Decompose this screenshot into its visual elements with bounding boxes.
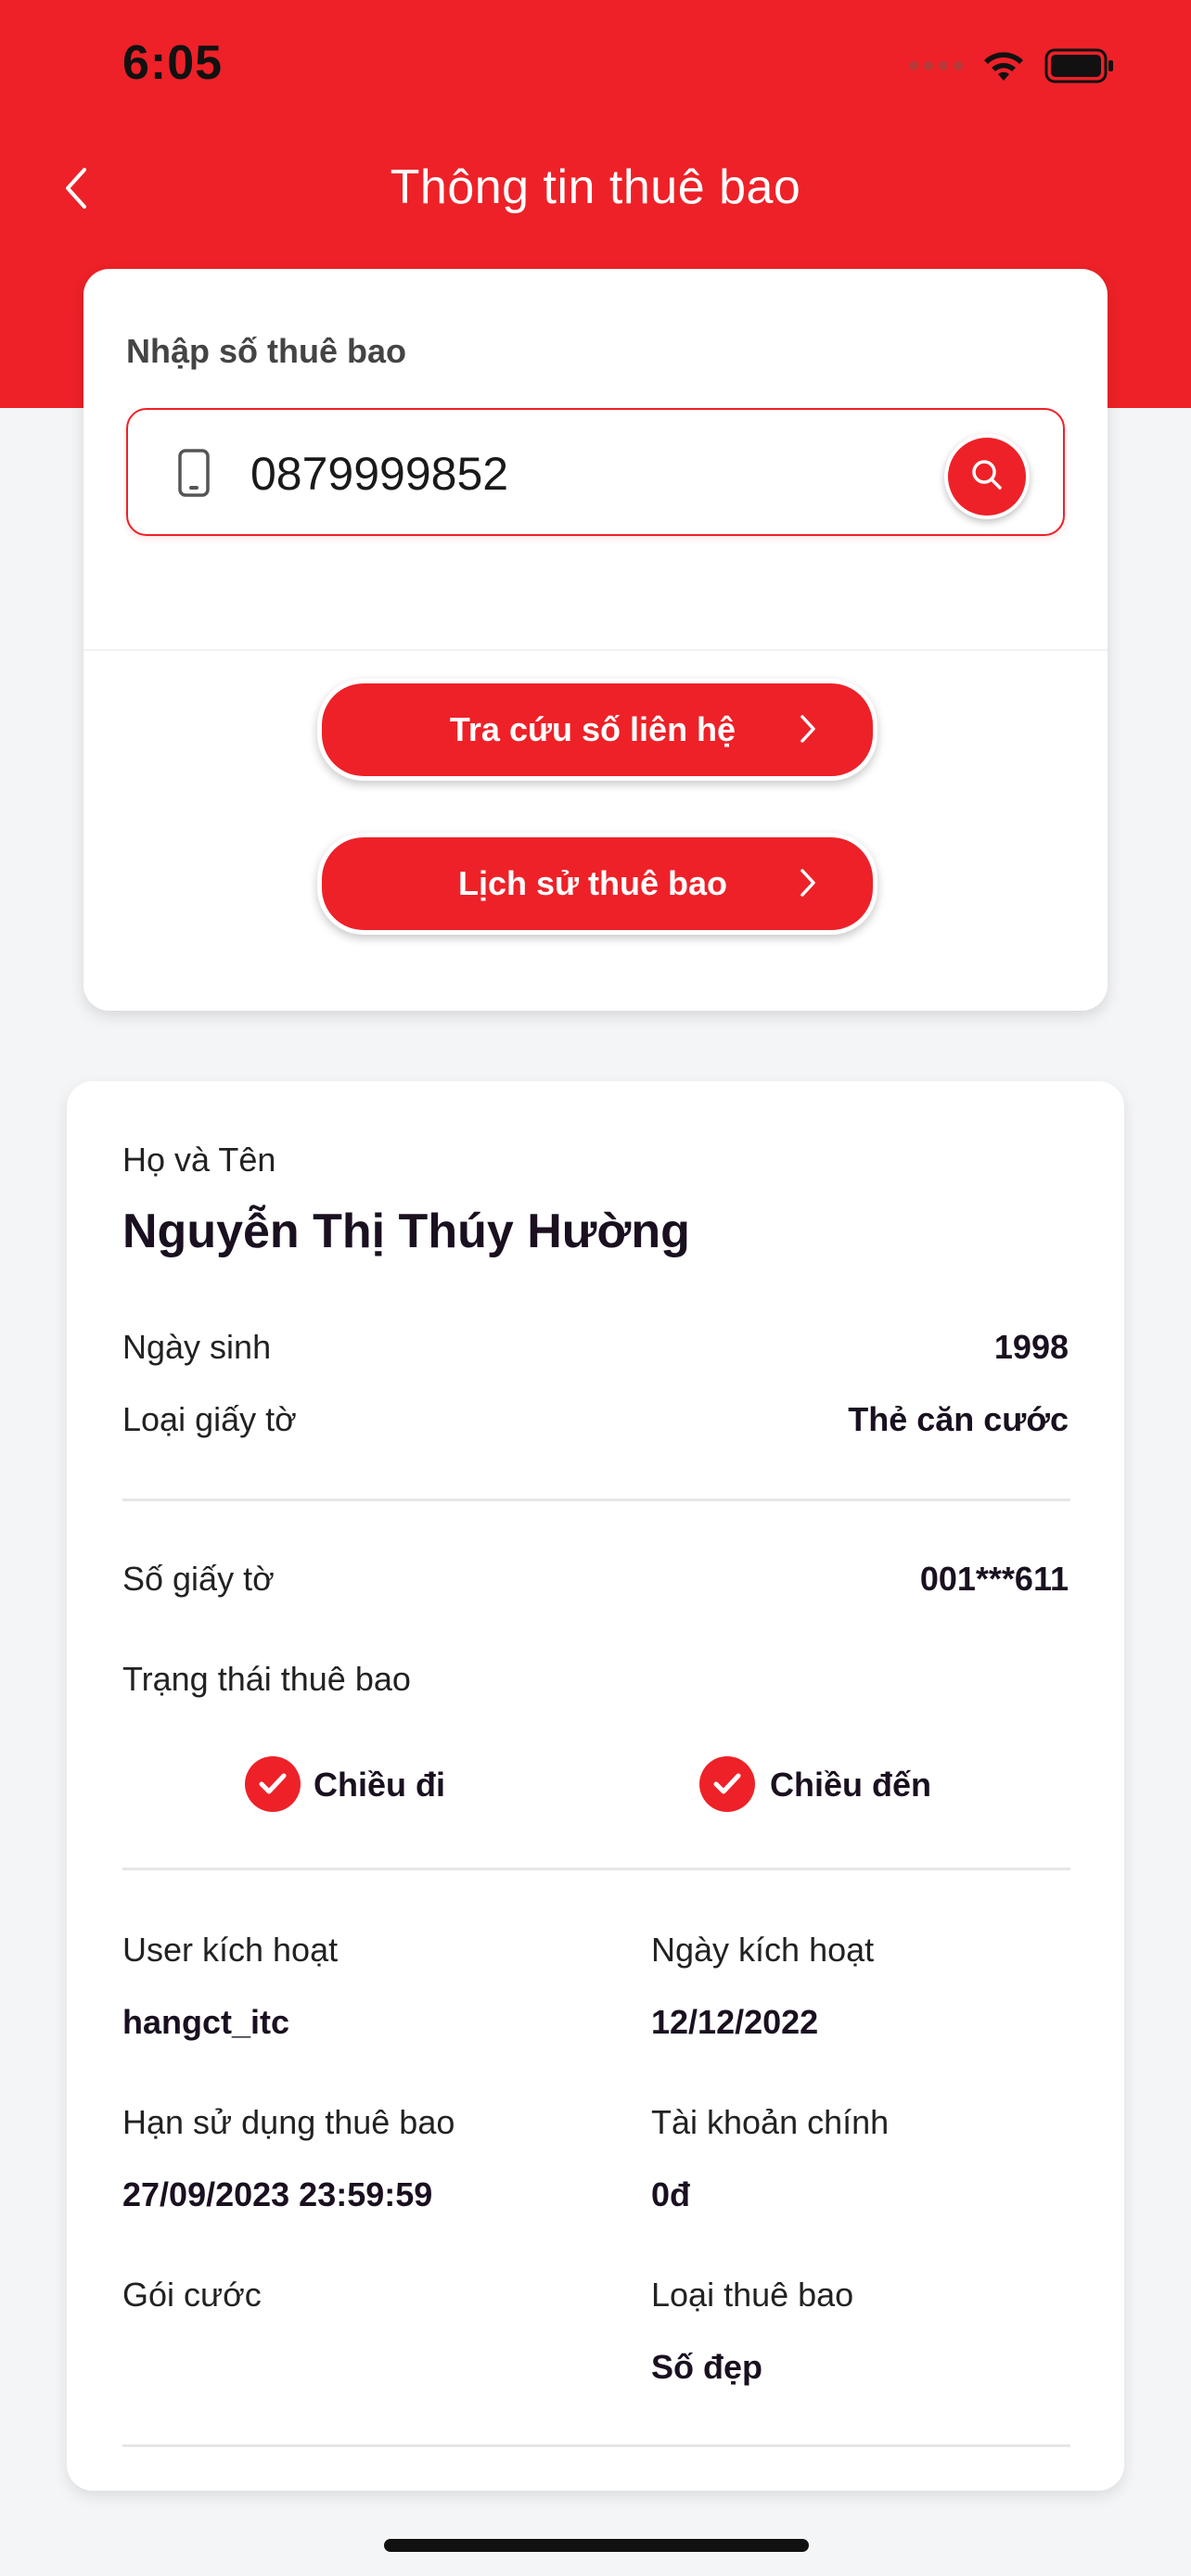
sub-type-value: Số đẹp (651, 2348, 763, 2386)
check-icon (245, 1756, 301, 1812)
search-label: Nhập số thuê bao (126, 332, 407, 370)
package-label: Gói cước (122, 2276, 262, 2314)
battery-icon (1044, 48, 1115, 83)
activation-date-value: 12/12/2022 (651, 2003, 819, 2041)
doc-number-value: 001***611 (919, 1560, 1069, 1598)
signal-icon (909, 61, 963, 70)
check-icon (699, 1756, 755, 1812)
card-divider (83, 649, 1108, 651)
search-input[interactable] (249, 436, 902, 512)
dob-value: 1998 (993, 1328, 1069, 1366)
subscriber-name: Nguyễn Thị Thúy Hường (122, 1205, 690, 1258)
wifi-icon (980, 47, 1028, 84)
search-field[interactable] (126, 408, 1065, 536)
subscriber-history-button[interactable]: Lịch sử thuê bao (317, 833, 877, 935)
search-button[interactable] (944, 434, 1030, 519)
doc-type-label: Loại giấy tờ (122, 1400, 297, 1438)
divider (122, 1498, 1070, 1501)
lookup-contact-label: Tra cứu số liên hệ (449, 710, 736, 748)
search-icon (968, 456, 1005, 498)
name-label: Họ và Tên (122, 1141, 276, 1179)
activation-user-value: hangct_itc (122, 2003, 290, 2041)
doc-number-label: Số giấy tờ (122, 1560, 275, 1598)
expiry-value: 27/09/2023 23:59:59 (122, 2175, 433, 2213)
outgoing-status: Chiều đi (314, 1766, 445, 1804)
status-icons (909, 43, 1115, 89)
dob-label: Ngày sinh (122, 1328, 272, 1366)
main-account-value: 0đ (651, 2175, 691, 2213)
lookup-contact-button[interactable]: Tra cứu số liên hệ (317, 679, 877, 781)
divider (122, 1868, 1070, 1870)
phone-icon (176, 449, 213, 499)
page-title: Thông tin thuê bao (390, 160, 801, 214)
expiry-label: Hạn sử dụng thuê bao (122, 2103, 455, 2141)
search-card: Nhập số thuê bao Tra cứu số liên hệ Lịch… (83, 269, 1108, 1011)
subscriber-info-card: Họ và Tên Nguyễn Thị Thúy Hường Ngày sin… (67, 1081, 1124, 2491)
chevron-right-icon (799, 713, 817, 753)
activation-user-label: User kích hoạt (122, 1931, 339, 1969)
main-account-label: Tài khoản chính (651, 2103, 890, 2141)
status-time: 6:05 (122, 36, 224, 90)
home-indicator[interactable] (384, 2539, 809, 2552)
doc-type-value: Thẻ căn cước (848, 1400, 1069, 1438)
sub-type-label: Loại thuê bao (651, 2276, 854, 2314)
chevron-right-icon (799, 867, 817, 907)
activation-date-label: Ngày kích hoạt (651, 1931, 875, 1969)
divider (122, 2444, 1070, 2447)
incoming-status: Chiều đến (770, 1766, 932, 1804)
status-label: Trạng thái thuê bao (122, 1660, 411, 1698)
subscriber-history-label: Lịch sử thuê bao (457, 864, 728, 902)
